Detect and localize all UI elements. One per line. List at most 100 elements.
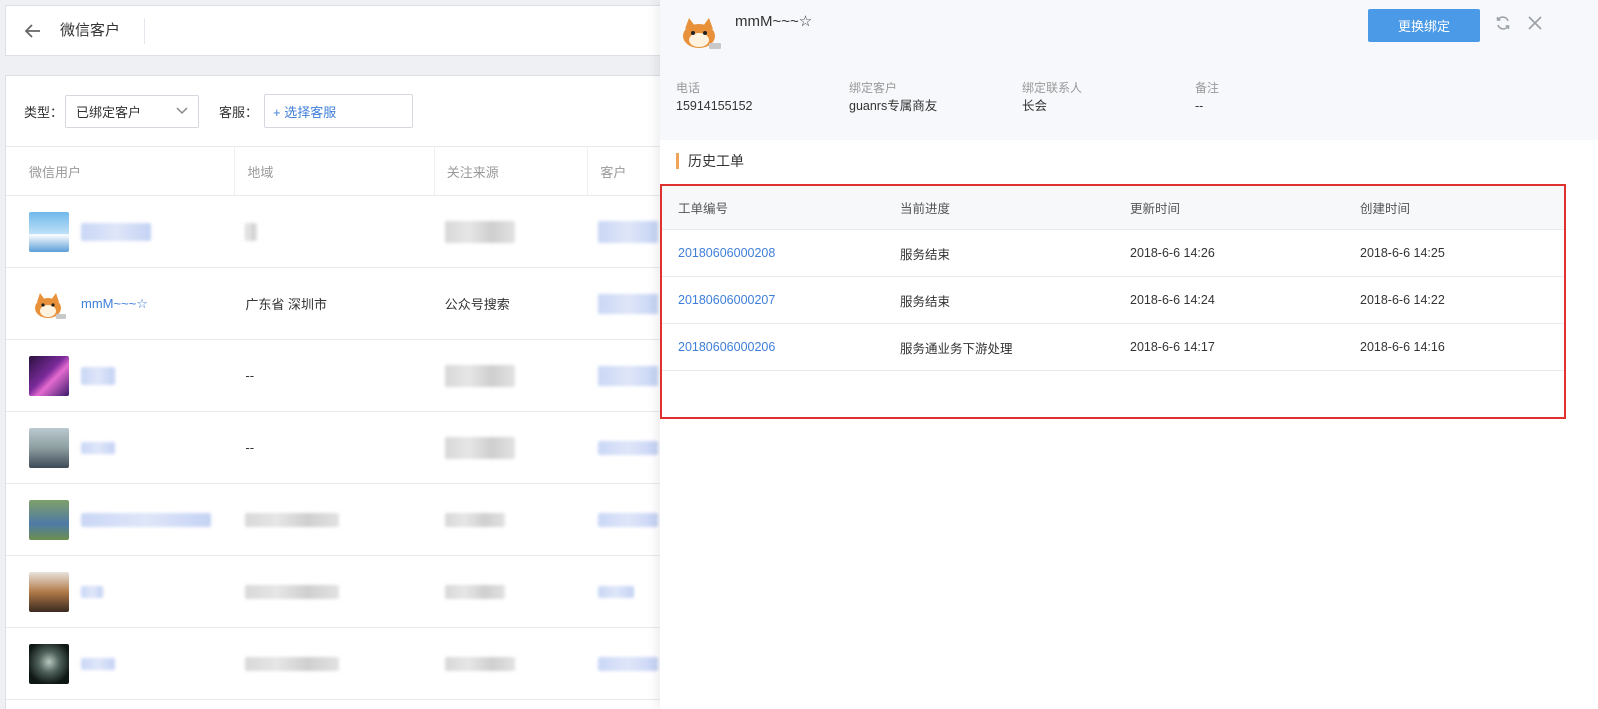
info-phone: 电话 15914155152 <box>676 80 849 115</box>
region-text: -- <box>245 440 255 455</box>
blurred-source <box>444 364 515 387</box>
rebind-button[interactable]: 更换绑定 <box>1368 9 1480 42</box>
refresh-icon[interactable] <box>1492 12 1514 34</box>
info-bound-contact: 绑定联系人 长会 <box>1022 80 1195 115</box>
customer-list-card: 类型： 已绑定客户 客服： + 选择客服 微信用户 地域 关注来源 客户 mmM… <box>5 75 705 709</box>
blurred-region <box>245 656 340 671</box>
ticket-status: 服务结束 <box>900 247 951 262</box>
ticket-created: 2018-6-6 14:25 <box>1360 246 1445 260</box>
agent-picker[interactable]: + 选择客服 <box>264 94 414 128</box>
blurred-name <box>81 366 115 385</box>
type-select-value: 已绑定客户 <box>76 104 142 120</box>
table-row[interactable]: -- <box>6 340 704 412</box>
blurred-name <box>81 222 151 241</box>
cat-avatar-icon <box>683 18 721 49</box>
table-row[interactable] <box>6 556 704 628</box>
blurred-customer <box>598 440 659 455</box>
ticket-row: 20180606000208 服务结束 2018-6-6 14:26 2018-… <box>662 230 1564 277</box>
source-text: 公众号搜索 <box>444 297 510 312</box>
ticket-row: 20180606000207 服务结束 2018-6-6 14:24 2018-… <box>662 277 1564 324</box>
blurred-customer <box>598 512 659 527</box>
info-label: 电话 <box>676 81 701 95</box>
info-remark: 备注 -- <box>1195 80 1368 115</box>
info-value: 15914155152 <box>676 99 753 113</box>
column-header-updated: 更新时间 <box>1130 202 1181 216</box>
table-row[interactable] <box>6 484 704 556</box>
avatar <box>29 283 69 324</box>
blurred-source <box>444 584 505 599</box>
blurred-name <box>81 585 103 598</box>
info-bound-customer: 绑定客户 guanrs专属商友 <box>849 80 1022 115</box>
filter-bar: 类型： 已绑定客户 客服： + 选择客服 <box>6 76 704 146</box>
blurred-source <box>444 436 515 459</box>
blurred-region <box>245 222 258 241</box>
agent-filter-label: 客服： <box>219 104 259 120</box>
blurred-customer <box>598 220 659 243</box>
ticket-status: 服务结束 <box>900 294 951 309</box>
avatar <box>29 643 69 684</box>
blurred-customer <box>598 656 659 671</box>
ticket-updated: 2018-6-6 14:24 <box>1130 293 1215 307</box>
blurred-customer <box>598 365 659 386</box>
customer-info: 电话 15914155152 绑定客户 guanrs专属商友 绑定联系人 长会 … <box>676 80 1368 115</box>
blurred-region <box>245 512 340 527</box>
avatar <box>29 355 69 396</box>
history-tickets-title: 历史工单 <box>676 153 744 169</box>
drawer-user-name: mmM~~~☆ <box>735 13 813 30</box>
column-header-created: 创建时间 <box>1360 202 1411 216</box>
blurred-region <box>245 584 340 599</box>
cat-avatar-icon <box>35 292 66 319</box>
blurred-name <box>81 441 115 454</box>
info-value: 长会 <box>1022 99 1048 113</box>
column-header-ticket-id: 工单编号 <box>678 202 729 216</box>
ticket-id-link[interactable]: 20180606000206 <box>678 340 775 354</box>
column-header-source: 关注来源 <box>435 147 589 195</box>
column-header-progress: 当前进度 <box>900 202 951 216</box>
table-header: 微信用户 地域 关注来源 客户 <box>6 146 704 196</box>
ticket-id-link[interactable]: 20180606000207 <box>678 293 775 307</box>
blurred-source <box>444 512 505 527</box>
blurred-name <box>81 657 115 670</box>
chevron-down-icon <box>176 107 188 115</box>
page-title: 微信客户 <box>60 17 146 44</box>
ticket-table: 工单编号 当前进度 更新时间 创建时间 20180606000208 服务结束 … <box>660 184 1566 419</box>
user-name-link[interactable]: mmM~~~☆ <box>81 296 148 312</box>
back-arrow-icon[interactable] <box>6 6 60 55</box>
table-row[interactable] <box>6 628 704 700</box>
blurred-customer <box>598 585 635 598</box>
info-value: guanrs专属商友 <box>849 99 938 113</box>
ticket-created: 2018-6-6 14:22 <box>1360 293 1445 307</box>
table-row[interactable] <box>6 196 704 268</box>
table-row[interactable]: mmM~~~☆ 广东省 深圳市 公众号搜索 <box>6 268 704 340</box>
avatar <box>29 427 69 468</box>
ticket-id-link[interactable]: 20180606000208 <box>678 246 775 260</box>
column-header-region: 地域 <box>235 147 435 195</box>
drawer-header: mmM~~~☆ 更换绑定 电话 15914155152 绑定客户 guanrs专… <box>660 0 1598 140</box>
top-bar: 微信客户 <box>5 5 705 56</box>
info-label: 绑定客户 <box>849 81 898 95</box>
ticket-created: 2018-6-6 14:16 <box>1360 340 1445 354</box>
ticket-updated: 2018-6-6 14:17 <box>1130 340 1215 354</box>
avatar <box>29 211 69 252</box>
ticket-row: 20180606000206 服务通业务下游处理 2018-6-6 14:17 … <box>662 324 1564 371</box>
blurred-customer <box>598 293 659 314</box>
avatar <box>676 9 724 53</box>
info-label: 备注 <box>1195 81 1220 95</box>
avatar <box>29 499 69 540</box>
type-select[interactable]: 已绑定客户 <box>65 94 200 128</box>
ticket-status: 服务通业务下游处理 <box>900 341 1013 356</box>
blurred-source <box>444 656 515 671</box>
customer-detail-drawer: mmM~~~☆ 更换绑定 电话 15914155152 绑定客户 guanrs专… <box>660 0 1598 709</box>
region-text: -- <box>245 368 255 383</box>
close-icon[interactable] <box>1524 12 1546 34</box>
column-header-wechat-user: 微信用户 <box>6 147 236 195</box>
ticket-table-header: 工单编号 当前进度 更新时间 创建时间 <box>662 186 1564 230</box>
blurred-name <box>81 512 211 527</box>
info-value: -- <box>1195 99 1204 113</box>
type-filter-label: 类型： <box>24 104 64 120</box>
table-row[interactable]: -- <box>6 412 704 484</box>
blurred-source <box>444 220 515 243</box>
info-label: 绑定联系人 <box>1022 81 1083 95</box>
region-text: 广东省 深圳市 <box>245 297 327 312</box>
ticket-updated: 2018-6-6 14:26 <box>1130 246 1215 260</box>
